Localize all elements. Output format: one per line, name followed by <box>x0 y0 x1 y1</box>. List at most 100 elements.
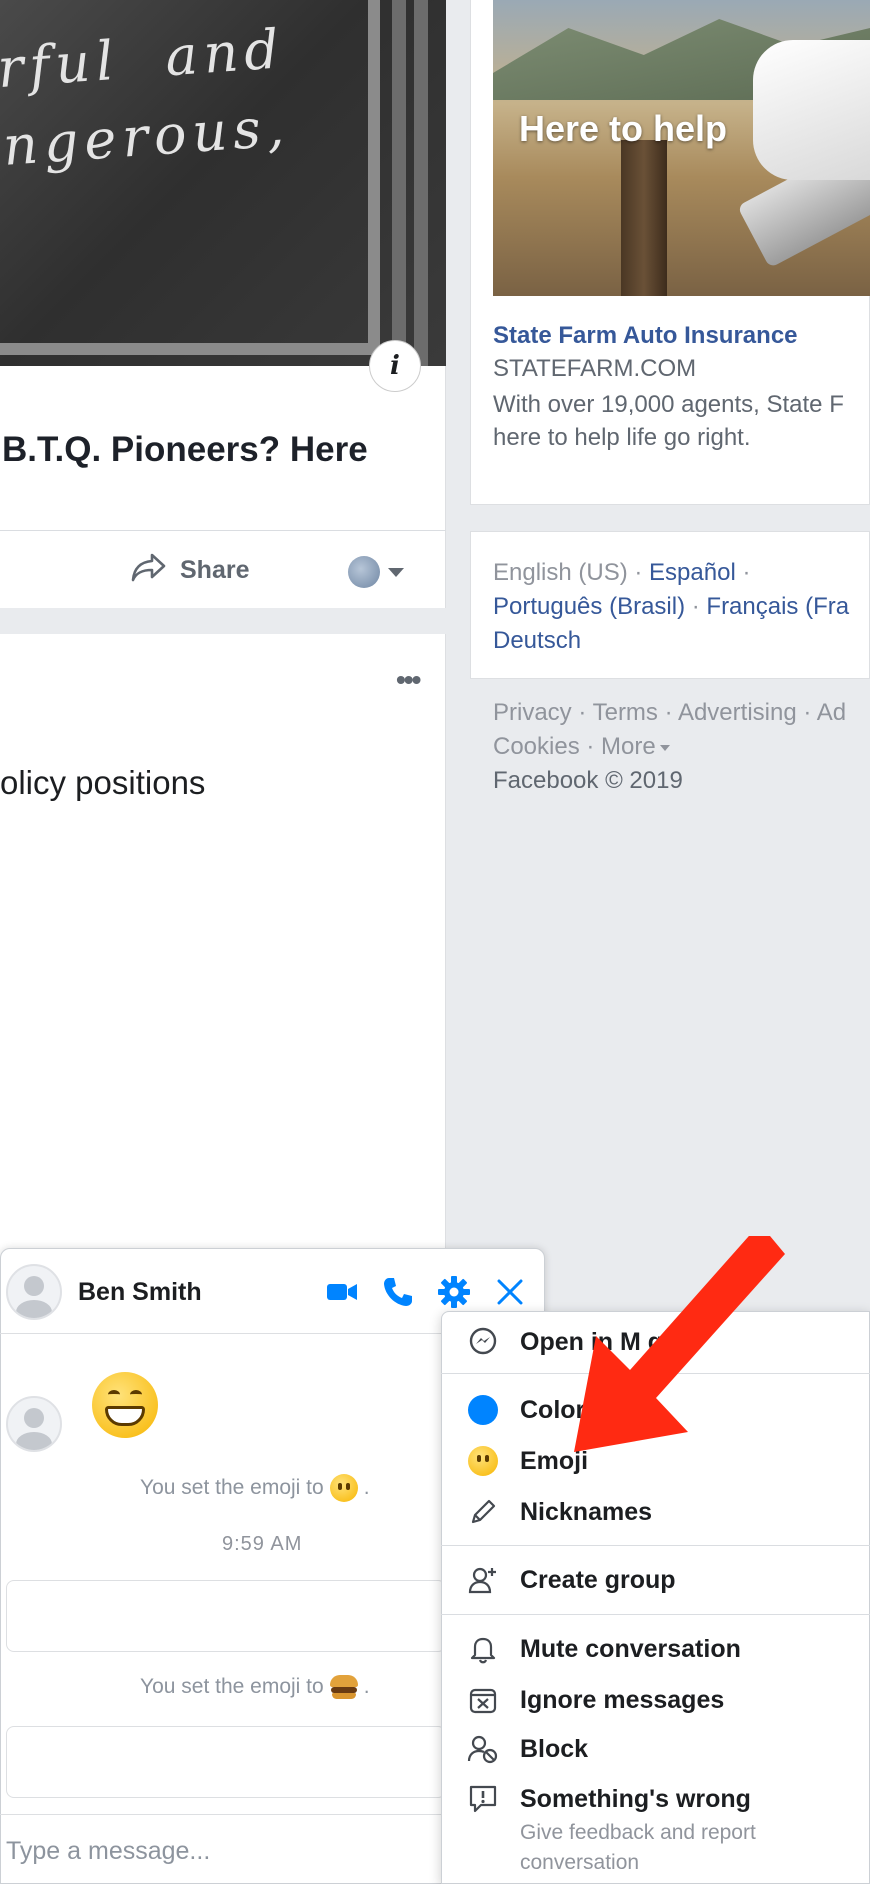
grinning-emoji-icon <box>92 1372 158 1438</box>
video-call-icon[interactable] <box>322 1274 362 1310</box>
menu-item-color[interactable]: Color <box>441 1385 870 1435</box>
footer-link-ad[interactable]: Ad <box>817 699 846 726</box>
footer-link-terms[interactable]: Terms <box>593 699 658 726</box>
language-link[interactable]: Français (Fra <box>706 593 849 620</box>
more-options-icon[interactable]: ••• <box>396 664 421 696</box>
chalkboard-frame <box>0 0 380 355</box>
ad-title-link[interactable]: State Farm Auto Insurance <box>493 322 798 350</box>
close-icon[interactable] <box>490 1274 530 1310</box>
post-headline[interactable]: B.T.Q. Pioneers? Here <box>2 430 368 470</box>
menu-item-label: Emoji <box>520 1446 589 1475</box>
language-current: English (US) <box>493 559 628 586</box>
bun-top <box>329 1675 358 1687</box>
ad-image-caption: Here to help <box>519 108 728 149</box>
language-list: English (US) · Español · Português (Bras… <box>493 559 850 654</box>
ignore-icon <box>465 1682 501 1718</box>
message-input[interactable] <box>6 1829 436 1873</box>
menu-item-create-group[interactable]: Create group <box>441 1555 870 1605</box>
emoji-face <box>468 1446 498 1476</box>
language-link[interactable]: Deutsch <box>493 627 581 654</box>
menu-item-ignore-messages[interactable]: Ignore messages <box>441 1675 870 1725</box>
color-swatch <box>468 1395 498 1425</box>
ad-domain: STATEFARM.COM <box>493 355 697 382</box>
ad-image-car <box>753 40 870 180</box>
system-message-text: You set the emoji to <box>140 1476 324 1499</box>
menu-item-label: Create group <box>520 1565 676 1594</box>
avatar-body <box>16 1432 52 1450</box>
emoji-eye <box>477 1455 481 1462</box>
message-bubble <box>6 1580 446 1652</box>
system-message: You set the emoji to . <box>140 1474 370 1502</box>
post-photo[interactable]: rful and ngerous, <box>0 0 446 366</box>
info-icon[interactable]: i <box>369 340 421 392</box>
emoji-teeth <box>105 1406 145 1426</box>
menu-divider <box>441 1373 870 1374</box>
menu-item-somethings-wrong[interactable]: Something's wrong <box>441 1774 870 1824</box>
photo-frame-post <box>392 0 406 366</box>
menu-item-nicknames[interactable]: Nicknames <box>441 1487 870 1537</box>
bell-icon <box>465 1631 501 1667</box>
feedback-icon <box>465 1781 501 1817</box>
ad-image-fencepost <box>621 140 667 296</box>
footer-links: Privacy · Terms · Advertising · Ad Cooki… <box>493 699 847 794</box>
footer-link-more[interactable]: More <box>601 733 670 760</box>
menu-divider <box>441 1614 870 1615</box>
language-link[interactable]: Español <box>649 559 736 586</box>
menu-item-block[interactable]: Block <box>441 1724 870 1774</box>
avatar-head <box>24 1276 44 1296</box>
menu-item-label: Nicknames <box>520 1497 653 1526</box>
emoji-eye <box>130 1390 142 1399</box>
messenger-icon <box>465 1324 501 1360</box>
emoji-icon <box>465 1443 501 1479</box>
emoji-eye <box>345 1483 350 1490</box>
audience-selector[interactable] <box>348 556 404 588</box>
chevron-down-icon <box>388 567 404 577</box>
footer-copyright: Facebook © 2019 <box>493 767 683 794</box>
hamburger-emoji-icon <box>329 1673 358 1701</box>
share-label: Share <box>180 555 250 584</box>
footer-link-cookies[interactable]: Cookies <box>493 733 580 760</box>
avatar <box>6 1396 62 1452</box>
color-dot-icon <box>465 1392 501 1428</box>
emoji-eye <box>337 1483 342 1490</box>
language-link[interactable]: Português (Brasil) <box>493 593 685 620</box>
footer-link-advertising[interactable]: Advertising <box>678 699 797 726</box>
footer-more-label: More <box>601 733 656 760</box>
post-text: olicy positions <box>0 764 206 801</box>
neutral-emoji-icon <box>329 1474 358 1502</box>
menu-item-label: Color <box>520 1395 586 1424</box>
phone-icon[interactable] <box>378 1274 418 1310</box>
avatar <box>348 556 380 588</box>
chat-contact-name[interactable]: Ben Smith <box>78 1278 202 1307</box>
add-person-icon <box>465 1562 501 1598</box>
gear-icon[interactable] <box>434 1274 474 1310</box>
menu-item-emoji[interactable]: Emoji <box>441 1436 870 1486</box>
menu-item-open-in-messenger[interactable]: Open in M ger <box>441 1317 870 1367</box>
menu-item-label: Open in M ger <box>520 1327 687 1356</box>
message-timestamp: 9:59 AM <box>222 1533 303 1555</box>
ad-description: With over 19,000 agents, State F here to… <box>493 391 844 451</box>
menu-item-mute-conversation[interactable]: Mute conversation <box>441 1624 870 1674</box>
emoji-eye <box>108 1390 120 1399</box>
bun-bottom <box>331 1693 356 1699</box>
menu-item-label: Mute conversation <box>520 1634 741 1663</box>
share-button[interactable]: Share <box>130 552 249 588</box>
avatar[interactable] <box>6 1264 62 1320</box>
system-message: You set the emoji to . <box>140 1673 370 1701</box>
divider <box>0 530 446 531</box>
share-icon <box>130 551 168 590</box>
chevron-down-icon <box>659 744 670 751</box>
footer-link-privacy[interactable]: Privacy <box>493 699 572 726</box>
ad-image[interactable]: Here to help <box>493 0 870 296</box>
emoji-eye <box>485 1455 489 1462</box>
menu-divider <box>441 1545 870 1546</box>
message-bubble <box>6 1726 446 1798</box>
system-message-text: You set the emoji to <box>140 1675 324 1698</box>
menu-item-label: Ignore messages <box>520 1685 725 1714</box>
avatar-body <box>16 1300 52 1318</box>
menu-item-label: Block <box>520 1734 589 1763</box>
avatar-head <box>24 1408 44 1428</box>
block-user-icon <box>465 1731 501 1767</box>
menu-item-label: Something's wrong <box>520 1784 751 1813</box>
photo-frame-post <box>414 0 428 366</box>
